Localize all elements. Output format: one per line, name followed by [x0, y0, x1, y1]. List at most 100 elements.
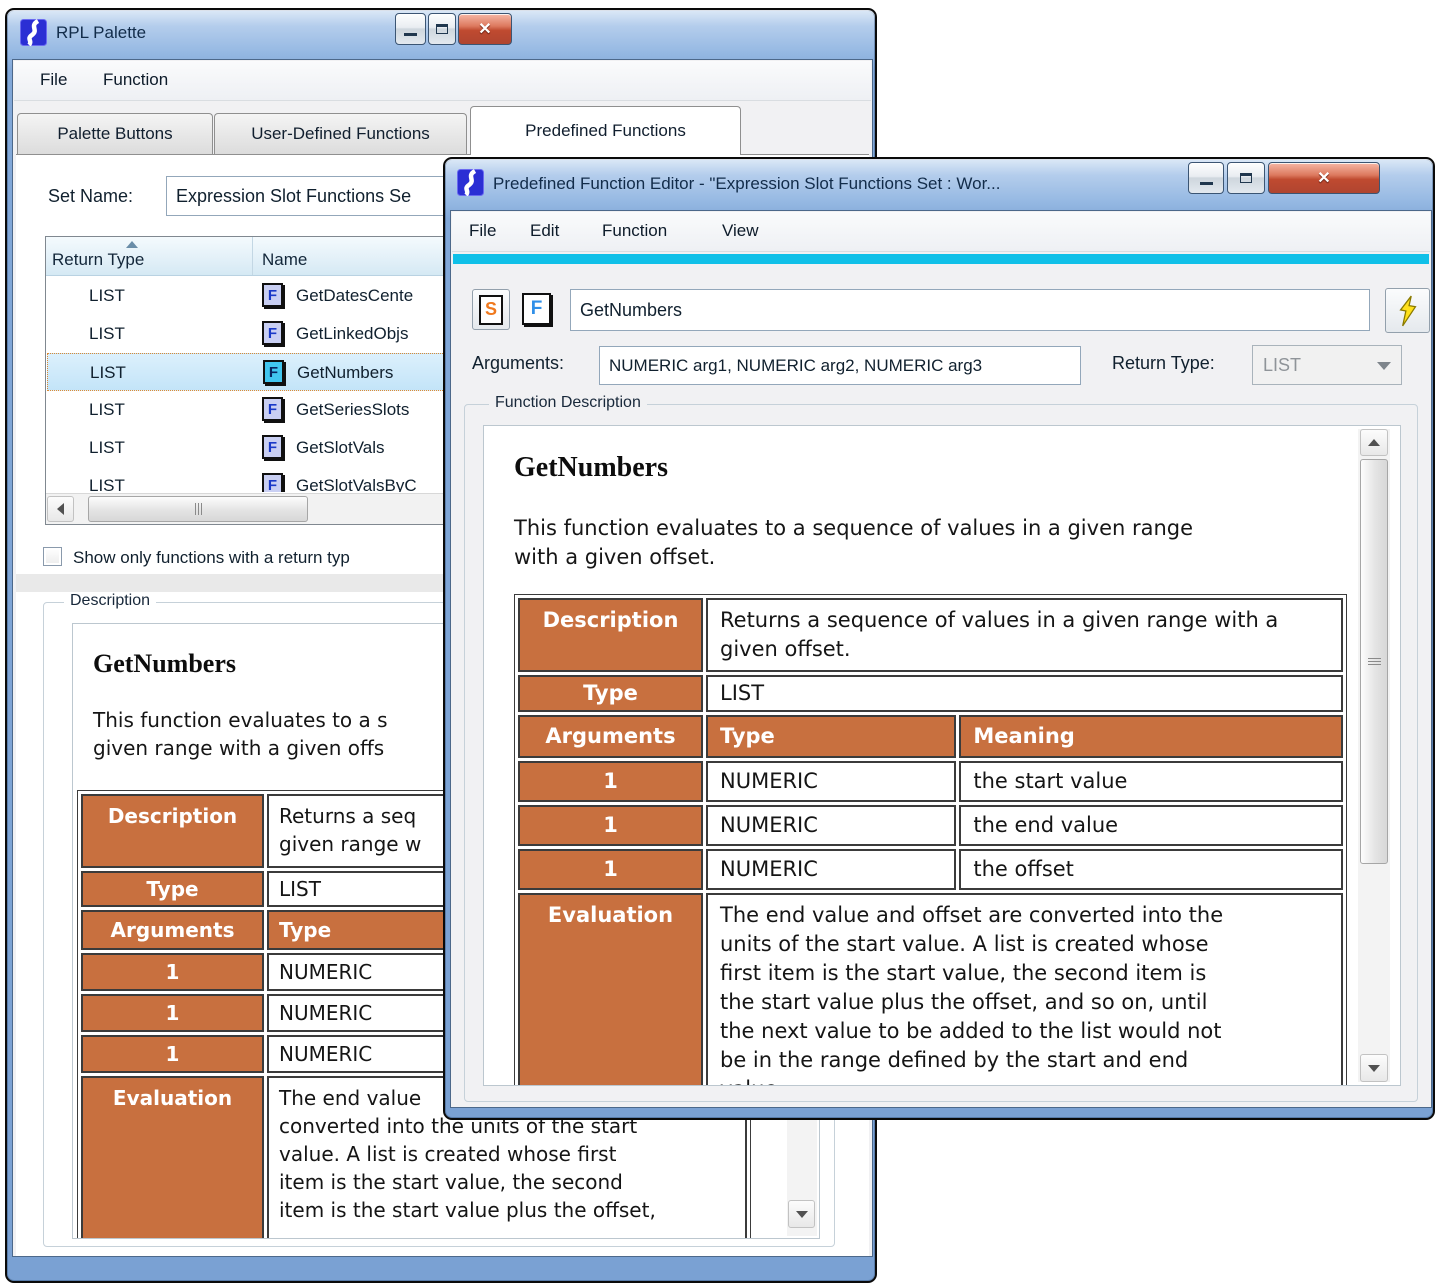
arguments-input[interactable] — [599, 346, 1081, 385]
palette-titlebar[interactable]: RPL Palette ✕ — [7, 10, 875, 58]
table-row: Arguments Type Meaning — [518, 715, 1343, 758]
menu-view[interactable]: View — [722, 221, 759, 241]
function-icon: F — [262, 397, 283, 421]
evaluation-text: the start value plus the offset, and so … — [720, 988, 1329, 1017]
intro-line: This function evaluates to a s — [93, 708, 388, 732]
menu-file[interactable]: File — [40, 70, 67, 90]
scroll-down-button[interactable] — [788, 1200, 815, 1228]
table-row: Description Returns a sequence of values… — [518, 598, 1343, 672]
accent-strip — [453, 254, 1429, 264]
scroll-left-icon — [57, 503, 64, 515]
riverware-logo-icon — [457, 169, 484, 196]
table-row: 1 NUMERIC the offset — [518, 849, 1343, 890]
tab-label: User-Defined Functions — [251, 124, 430, 144]
menu-file[interactable]: File — [469, 221, 496, 241]
scroll-left-button[interactable] — [47, 496, 74, 522]
function-icon: F — [262, 283, 283, 307]
table-row: Evaluation The end value and offset are … — [518, 893, 1343, 1086]
scroll-down-icon — [796, 1211, 808, 1218]
maximize-button[interactable] — [428, 13, 456, 45]
evaluation-text: first item is the start value, the secon… — [720, 959, 1329, 988]
scroll-down-icon — [1368, 1065, 1380, 1072]
intro-line: with a given offset. — [514, 545, 715, 569]
function-name-input[interactable] — [570, 289, 1370, 331]
table-row: 1 NUMERIC the end value — [518, 805, 1343, 846]
description-header-cell: Description — [81, 794, 264, 868]
function-description-scroll-area: GetNumbers This function evaluates to a … — [483, 425, 1401, 1086]
evaluation-text: the next value to be added to the list w… — [720, 1017, 1329, 1046]
type-value-cell: LIST — [706, 675, 1343, 712]
maximize-button[interactable] — [1227, 162, 1265, 194]
tab-label: Palette Buttons — [57, 124, 172, 144]
evaluation-text: item is the start value plus the offset, — [279, 1196, 735, 1224]
show-only-return-type-label: Show only functions with a return typ — [73, 548, 350, 568]
table-row: Type LIST — [518, 675, 1343, 712]
type-header-cell: Type — [81, 871, 264, 907]
description-text: Returns a sequence of values in a given … — [720, 606, 1290, 664]
tab-label: Predefined Functions — [525, 121, 686, 141]
maximize-icon — [1240, 173, 1252, 183]
evaluation-text: be in the range defined by the start and… — [720, 1046, 1329, 1075]
scroll-up-button[interactable] — [1360, 429, 1388, 456]
arguments-header-cell: Arguments — [518, 715, 703, 758]
editor-titlebar[interactable]: Predefined Function Editor - "Expression… — [445, 159, 1433, 207]
set-name-label: Set Name: — [48, 186, 133, 207]
editor-vertical-scrollbar[interactable] — [1358, 429, 1390, 1082]
evaluation-text: The end value and offset are converted i… — [720, 901, 1329, 930]
function-icon: F — [522, 293, 551, 325]
type-header-cell: Type — [518, 675, 703, 712]
function-name-heading: GetNumbers — [514, 452, 668, 484]
evaluation-text: value — [720, 1075, 1329, 1086]
function-icon: F — [262, 435, 283, 459]
set-button[interactable]: S — [472, 289, 510, 330]
evaluation-header-cell: Evaluation — [518, 893, 703, 1086]
function-icon: F — [262, 321, 283, 345]
column-header-return-type[interactable]: Return Type — [52, 250, 144, 270]
minimize-icon — [1200, 182, 1213, 185]
maximize-icon — [436, 24, 448, 34]
minimize-button[interactable] — [395, 13, 426, 45]
editor-window-title: Predefined Function Editor - "Expression… — [493, 174, 1000, 194]
scroll-down-button[interactable] — [1360, 1054, 1388, 1082]
editor-panel: File Edit Function View S F Arguments: R… — [450, 210, 1432, 1108]
evaluation-header-cell: Evaluation — [81, 1076, 264, 1239]
arguments-label: Arguments: — [472, 353, 564, 374]
intro-line: This function evaluates to a sequence of… — [514, 516, 1193, 540]
lightning-icon — [1395, 295, 1421, 327]
close-button[interactable]: ✕ — [1268, 162, 1380, 194]
palette-window-title: RPL Palette — [56, 23, 146, 43]
function-description-group-label: Function Description — [489, 394, 647, 412]
description-header-cell: Description — [518, 598, 703, 672]
horizontal-scroll-thumb[interactable] — [88, 496, 308, 522]
return-type-dropdown[interactable]: LIST — [1252, 345, 1402, 385]
close-button[interactable]: ✕ — [458, 13, 512, 45]
minimize-button[interactable] — [1188, 162, 1224, 194]
chevron-down-icon — [1377, 362, 1391, 370]
arg-type-header-cell: Type — [706, 715, 956, 758]
set-icon: S — [479, 295, 503, 325]
evaluation-text: item is the start value, the second — [279, 1168, 735, 1196]
description-group-label: Description — [64, 592, 156, 610]
evaluation-text: units of the start value. A list is crea… — [720, 930, 1329, 959]
tab-palette-buttons[interactable]: Palette Buttons — [17, 113, 213, 154]
predefined-function-editor-window: Predefined Function Editor - "Expression… — [443, 157, 1435, 1120]
close-icon: ✕ — [1317, 168, 1330, 188]
thumb-grip — [1368, 658, 1381, 665]
show-only-return-type-checkbox[interactable] — [43, 547, 62, 566]
arguments-header-cell: Arguments — [81, 910, 264, 950]
column-header-name[interactable]: Name — [262, 250, 307, 270]
intro-line: given range with a given offs — [93, 736, 384, 760]
function-name-heading: GetNumbers — [93, 649, 236, 679]
scroll-up-icon — [1368, 439, 1380, 446]
evaluate-button[interactable] — [1385, 288, 1430, 333]
evaluation-text: value. A list is created whose first — [279, 1140, 735, 1168]
menu-function[interactable]: Function — [602, 221, 667, 241]
tab-user-defined-functions[interactable]: User-Defined Functions — [214, 113, 467, 154]
editor-description-table: Description Returns a sequence of values… — [514, 594, 1347, 1086]
return-type-label: Return Type: — [1112, 353, 1215, 374]
tab-predefined-functions[interactable]: Predefined Functions — [470, 106, 741, 155]
vertical-scroll-thumb[interactable] — [1360, 459, 1388, 864]
function-description-group: Function Description GetNumbers This fun… — [464, 404, 1418, 1102]
menu-function[interactable]: Function — [103, 70, 168, 90]
menu-edit[interactable]: Edit — [530, 221, 559, 241]
